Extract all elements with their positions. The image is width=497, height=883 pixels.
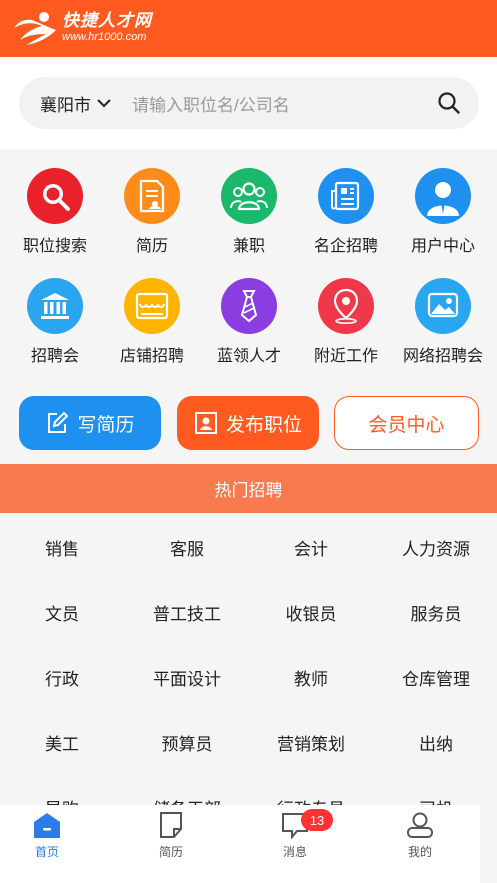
grid-item-job-search[interactable]: 职位搜索 bbox=[5, 168, 105, 256]
city-label: 襄阳市 bbox=[40, 95, 91, 115]
write-resume-button[interactable]: 写简历 bbox=[19, 396, 161, 450]
tab-profile[interactable]: 我的 bbox=[360, 811, 480, 860]
hot-job-list: 销售 客服 会计 人力资源 文员 普工技工 收银员 服务员 行政 平面设计 教师… bbox=[0, 513, 497, 805]
grid-item-online-job-fair[interactable]: 网络招聘会 bbox=[393, 278, 493, 366]
chevron-down-icon bbox=[97, 98, 111, 107]
location-pin-icon bbox=[318, 278, 374, 334]
tab-label: 简历 bbox=[158, 845, 183, 859]
grid-label: 附近工作 bbox=[313, 348, 378, 365]
magnifier-icon bbox=[27, 168, 83, 224]
hot-job-item[interactable]: 行政专员 bbox=[249, 795, 373, 805]
hot-job-item[interactable]: 出纳 bbox=[374, 730, 497, 755]
hot-job-item[interactable]: 平面设计 bbox=[125, 665, 249, 690]
hot-job-item[interactable]: 司机 bbox=[374, 795, 497, 805]
tab-label: 我的 bbox=[407, 845, 432, 859]
hot-job-item[interactable]: 人力资源 bbox=[374, 535, 497, 560]
edit-icon bbox=[48, 411, 69, 433]
grid-label: 店铺招聘 bbox=[119, 348, 184, 365]
write-resume-label: 写简历 bbox=[77, 414, 135, 436]
newspaper-icon bbox=[318, 168, 374, 224]
people-icon bbox=[221, 168, 277, 224]
hot-job-item[interactable]: 普工技工 bbox=[125, 600, 249, 625]
unread-badge: 13 bbox=[301, 809, 333, 831]
hot-job-item[interactable]: 导购 bbox=[0, 795, 124, 805]
post-job-button[interactable]: 发布职位 bbox=[177, 396, 319, 450]
tab-resume[interactable]: 简历 bbox=[111, 811, 231, 860]
grid-item-nearby-jobs[interactable]: 附近工作 bbox=[296, 278, 396, 366]
grid-item-resume[interactable]: 简历 bbox=[102, 168, 202, 256]
shop-icon bbox=[124, 278, 180, 334]
grid-label: 名企招聘 bbox=[313, 238, 378, 255]
tab-messages[interactable]: 13 消息 bbox=[235, 809, 355, 860]
hot-job-item[interactable]: 销售 bbox=[0, 535, 124, 560]
logo-url: www.hr1000.com bbox=[62, 31, 147, 43]
hot-job-item[interactable]: 客服 bbox=[125, 535, 249, 560]
profile-icon bbox=[407, 812, 433, 838]
search-bar: 襄阳市 请输入职位名/公司名 bbox=[19, 77, 479, 129]
search-icon[interactable] bbox=[437, 91, 461, 115]
hot-job-item[interactable]: 文员 bbox=[0, 600, 124, 625]
grid-label: 用户中心 bbox=[410, 238, 475, 255]
feature-grid: 职位搜索 简历 兼职 名企招聘 用户中心 招聘会 店铺招聘 蓝领人才 附近工作 … bbox=[0, 149, 497, 373]
hot-job-item[interactable]: 会计 bbox=[249, 535, 373, 560]
tab-label: 首页 bbox=[34, 845, 59, 859]
grid-label: 蓝领人才 bbox=[216, 348, 281, 365]
grid-item-famous-companies[interactable]: 名企招聘 bbox=[296, 168, 396, 256]
hot-recruitment-header: 热门招聘 bbox=[0, 464, 497, 513]
id-card-icon bbox=[194, 412, 217, 434]
post-job-label: 发布职位 bbox=[225, 414, 302, 436]
search-input[interactable]: 请输入职位名/公司名 bbox=[132, 91, 437, 116]
member-center-button[interactable]: 会员中心 bbox=[334, 396, 479, 450]
hot-job-item[interactable]: 储备干部 bbox=[125, 795, 249, 805]
hot-job-item[interactable]: 收银员 bbox=[249, 600, 373, 625]
hot-recruitment-title: 热门招聘 bbox=[214, 481, 283, 500]
grid-item-part-time[interactable]: 兼职 bbox=[199, 168, 299, 256]
hot-job-item[interactable]: 教师 bbox=[249, 665, 373, 690]
grid-item-user-center[interactable]: 用户中心 bbox=[393, 168, 493, 256]
logo-name: 快捷人才网 bbox=[62, 11, 152, 31]
tie-icon bbox=[221, 278, 277, 334]
grid-label: 网络招聘会 bbox=[402, 348, 483, 365]
hot-job-item[interactable]: 行政 bbox=[0, 665, 124, 690]
bottom-tab-bar: 首页 简历 13 消息 我的 bbox=[0, 805, 480, 883]
hot-job-item[interactable]: 营销策划 bbox=[249, 730, 373, 755]
picture-icon bbox=[415, 278, 471, 334]
hot-job-item[interactable]: 美工 bbox=[0, 730, 124, 755]
app-header: 快捷人才网 www.hr1000.com bbox=[0, 0, 497, 57]
hot-job-item[interactable]: 服务员 bbox=[374, 600, 497, 625]
document-icon bbox=[160, 812, 182, 838]
city-selector[interactable]: 襄阳市 bbox=[40, 91, 111, 116]
logo[interactable]: 快捷人才网 www.hr1000.com bbox=[12, 10, 152, 46]
tab-home[interactable]: 首页 bbox=[0, 811, 107, 860]
hot-job-item[interactable]: 预算员 bbox=[125, 730, 249, 755]
grid-label: 职位搜索 bbox=[22, 238, 87, 255]
grid-item-job-fair[interactable]: 招聘会 bbox=[5, 278, 105, 366]
grid-label: 简历 bbox=[135, 238, 168, 255]
grid-label: 招聘会 bbox=[30, 348, 79, 365]
home-icon bbox=[34, 813, 60, 838]
grid-label: 兼职 bbox=[232, 238, 265, 255]
scroll-gutter bbox=[480, 805, 497, 883]
bank-icon bbox=[27, 278, 83, 334]
logo-mark-icon bbox=[14, 12, 56, 45]
grid-item-shop-recruitment[interactable]: 店铺招聘 bbox=[102, 278, 202, 366]
grid-item-blue-collar[interactable]: 蓝领人才 bbox=[199, 278, 299, 366]
user-icon bbox=[415, 168, 471, 224]
search-area: 襄阳市 请输入职位名/公司名 bbox=[0, 57, 497, 149]
member-center-label: 会员中心 bbox=[368, 414, 445, 436]
resume-icon bbox=[124, 168, 180, 224]
hot-job-item[interactable]: 仓库管理 bbox=[374, 665, 497, 690]
tab-label: 消息 bbox=[282, 845, 307, 859]
